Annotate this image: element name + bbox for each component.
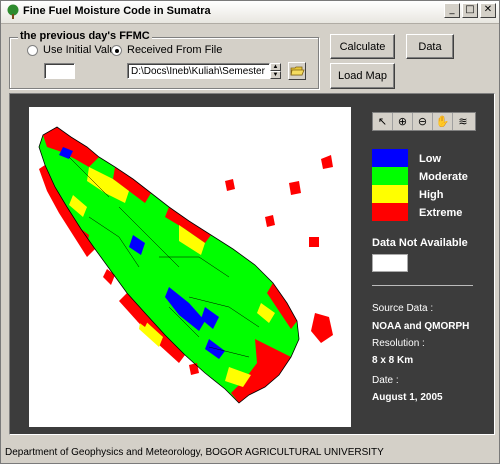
- not-available-swatch: [372, 254, 408, 272]
- maximize-button[interactable]: □: [462, 3, 478, 18]
- folder-icon: [290, 66, 305, 76]
- pan-hand-icon[interactable]: ✋: [433, 113, 453, 130]
- data-button[interactable]: Data: [406, 34, 454, 59]
- legend-swatch: [372, 203, 408, 221]
- divider: [372, 285, 473, 286]
- spin-down-icon[interactable]: ▼: [270, 71, 281, 79]
- legend-item-low: [372, 149, 408, 167]
- tree-app-icon: [7, 4, 19, 19]
- sumatra-ffmc-map: [38, 126, 333, 404]
- window-title: Fine Fuel Moisture Code in Sumatra: [23, 5, 211, 17]
- zoom-in-icon[interactable]: ⊕: [393, 113, 413, 130]
- file-path-input[interactable]: D:\Docs\Ineb\Kuliah\Semester: [127, 63, 270, 79]
- legend-label-moderate: Moderate: [419, 171, 468, 183]
- status-bar-text: Department of Geophysics and Meteorology…: [5, 447, 384, 458]
- date-value: August 1, 2005: [372, 392, 443, 403]
- file-path-spinner[interactable]: ▲ ▼: [270, 63, 281, 79]
- source-data-label: Source Data :: [372, 303, 434, 314]
- legend-label-low: Low: [419, 153, 441, 165]
- zoom-out-icon[interactable]: ⊖: [413, 113, 433, 130]
- radio-label: Use Initial Value: [43, 44, 122, 56]
- open-folder-button[interactable]: [288, 62, 306, 80]
- radio-dot: [27, 44, 38, 56]
- resolution-value: 8 x 8 Km: [372, 355, 414, 366]
- legend-swatch: [372, 185, 408, 203]
- app-window: Fine Fuel Moisture Code in Sumatra _ □ ✕…: [0, 0, 500, 464]
- resolution-label: Resolution :: [372, 338, 425, 349]
- title-bar[interactable]: Fine Fuel Moisture Code in Sumatra _ □ ✕: [1, 1, 499, 24]
- load-map-button[interactable]: Load Map: [330, 63, 395, 89]
- use-initial-value-radio[interactable]: Use Initial Value: [27, 44, 122, 56]
- calculate-button[interactable]: Calculate: [330, 34, 395, 59]
- legend-label-high: High: [419, 189, 444, 201]
- initial-value-input[interactable]: [44, 63, 75, 79]
- map-toolbar: ↖ ⊕ ⊖ ✋ ≋: [372, 112, 476, 131]
- legend-item-moderate: [372, 167, 408, 185]
- not-available-label: Data Not Available: [372, 237, 468, 249]
- layers-icon[interactable]: ≋: [453, 113, 473, 130]
- close-button[interactable]: ✕: [480, 3, 496, 18]
- minimize-button[interactable]: _: [444, 3, 460, 18]
- legend-item-extreme: [372, 203, 408, 221]
- source-data-value: NOAA and QMORPH: [372, 321, 470, 332]
- map-canvas[interactable]: [29, 107, 351, 427]
- received-from-file-radio[interactable]: Received From File: [111, 44, 222, 56]
- radio-dot: [111, 44, 122, 56]
- legend-swatch: [372, 167, 408, 185]
- legend-item-high: [372, 185, 408, 203]
- legend-label-extreme: Extreme: [419, 207, 463, 219]
- spin-up-icon[interactable]: ▲: [270, 63, 281, 71]
- arrow-pointer-icon[interactable]: ↖: [373, 113, 393, 130]
- group-legend: the previous day's FFMC: [18, 30, 152, 42]
- legend-swatch: [372, 149, 408, 167]
- date-label: Date :: [372, 375, 399, 386]
- radio-label: Received From File: [127, 44, 223, 56]
